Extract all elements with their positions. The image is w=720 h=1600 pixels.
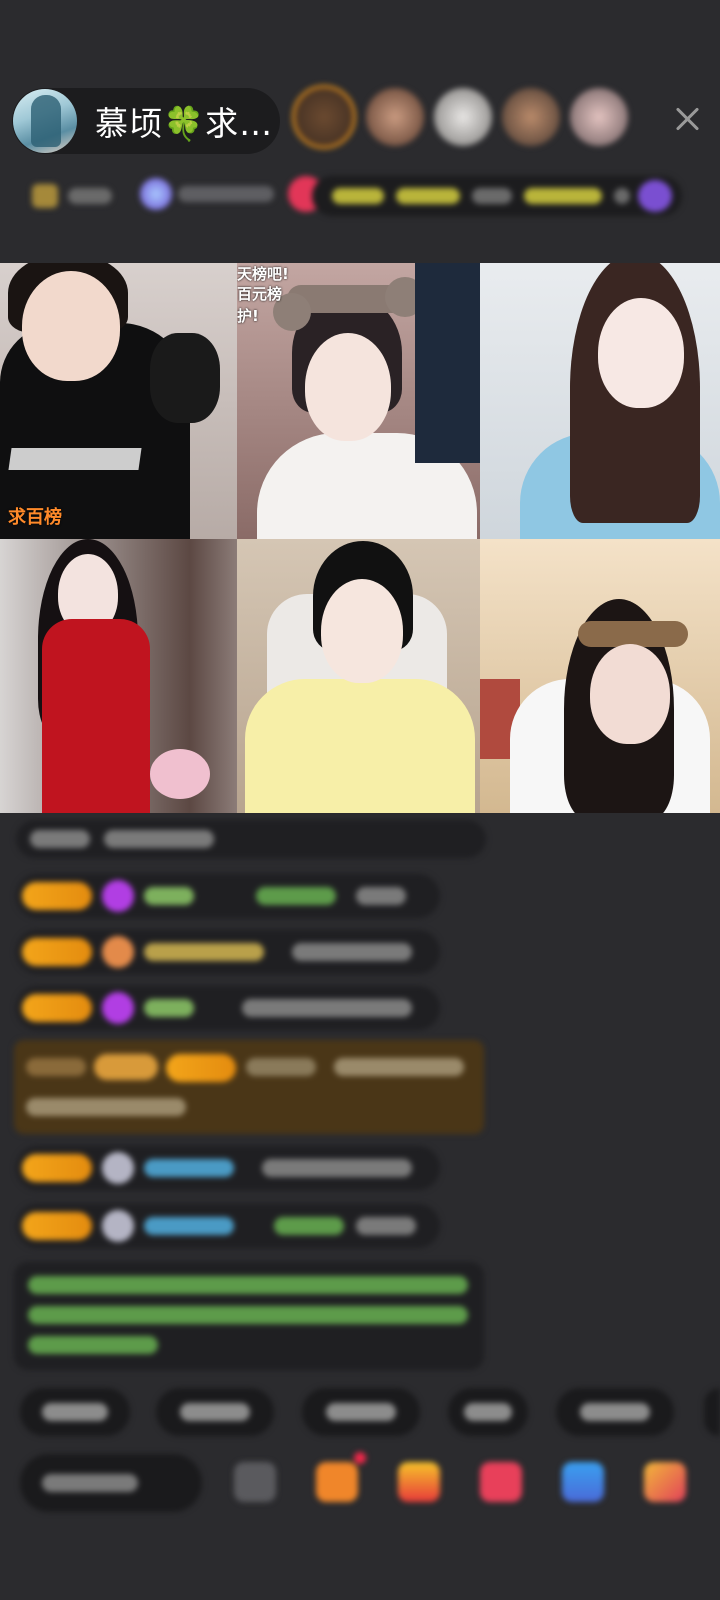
viewer-avatar[interactable] bbox=[366, 88, 424, 146]
video-cell[interactable] bbox=[480, 263, 720, 539]
host-avatar[interactable] bbox=[13, 89, 77, 153]
emoji-icon[interactable] bbox=[234, 1462, 276, 1502]
video-grid: 求百榜 天榜吧! 百元榜 护! bbox=[0, 263, 720, 813]
video-cell[interactable] bbox=[0, 539, 237, 813]
chat-message bbox=[16, 1146, 440, 1190]
quick-reply-chip[interactable] bbox=[704, 1388, 720, 1436]
host-name: 慕顷🍀求… bbox=[95, 104, 274, 143]
rank-label: 求百榜 bbox=[8, 507, 62, 528]
video-cell[interactable]: 天榜吧! 百元榜 护! bbox=[237, 263, 480, 539]
notification-dot bbox=[354, 1452, 366, 1464]
game-icon[interactable] bbox=[562, 1462, 604, 1502]
quick-reply-chip[interactable] bbox=[448, 1388, 528, 1436]
video-cell[interactable] bbox=[480, 539, 720, 813]
heart-gift-icon[interactable] bbox=[480, 1462, 522, 1502]
video-cell[interactable]: 求百榜 bbox=[0, 263, 237, 539]
viewer-avatar[interactable] bbox=[434, 88, 492, 146]
stats-row[interactable] bbox=[16, 170, 706, 222]
chat-input[interactable] bbox=[20, 1454, 202, 1512]
banner-text: 百元榜 bbox=[237, 285, 283, 303]
host-info[interactable]: 慕顷🍀求… bbox=[12, 88, 280, 154]
quick-reply-chip[interactable] bbox=[556, 1388, 674, 1436]
system-notice bbox=[14, 1262, 484, 1370]
patterned-headband bbox=[578, 621, 688, 647]
quick-reply-chip[interactable] bbox=[20, 1388, 130, 1436]
video-cell[interactable] bbox=[237, 539, 480, 813]
top-viewers[interactable] bbox=[292, 85, 628, 149]
quick-reply-chip[interactable] bbox=[302, 1388, 420, 1436]
chat-message bbox=[16, 874, 440, 918]
chat-message bbox=[16, 930, 440, 974]
viewer-avatar[interactable] bbox=[502, 88, 560, 146]
viewer-avatar[interactable] bbox=[570, 88, 628, 146]
gift-icon[interactable] bbox=[398, 1462, 440, 1502]
chat-message bbox=[16, 1204, 440, 1248]
more-icon[interactable] bbox=[644, 1462, 686, 1502]
chat-message bbox=[16, 986, 440, 1030]
quick-reply-chip[interactable] bbox=[156, 1388, 274, 1436]
viewer-avatar[interactable] bbox=[292, 85, 356, 149]
plush-toy bbox=[150, 333, 220, 423]
chat-message-highlight bbox=[14, 1040, 484, 1134]
banner-text: 天榜吧! bbox=[237, 265, 289, 283]
gift-box-icon[interactable] bbox=[316, 1462, 358, 1502]
chat-message bbox=[16, 820, 486, 858]
banner-text: 护! bbox=[237, 307, 259, 325]
close-icon[interactable] bbox=[672, 104, 702, 134]
